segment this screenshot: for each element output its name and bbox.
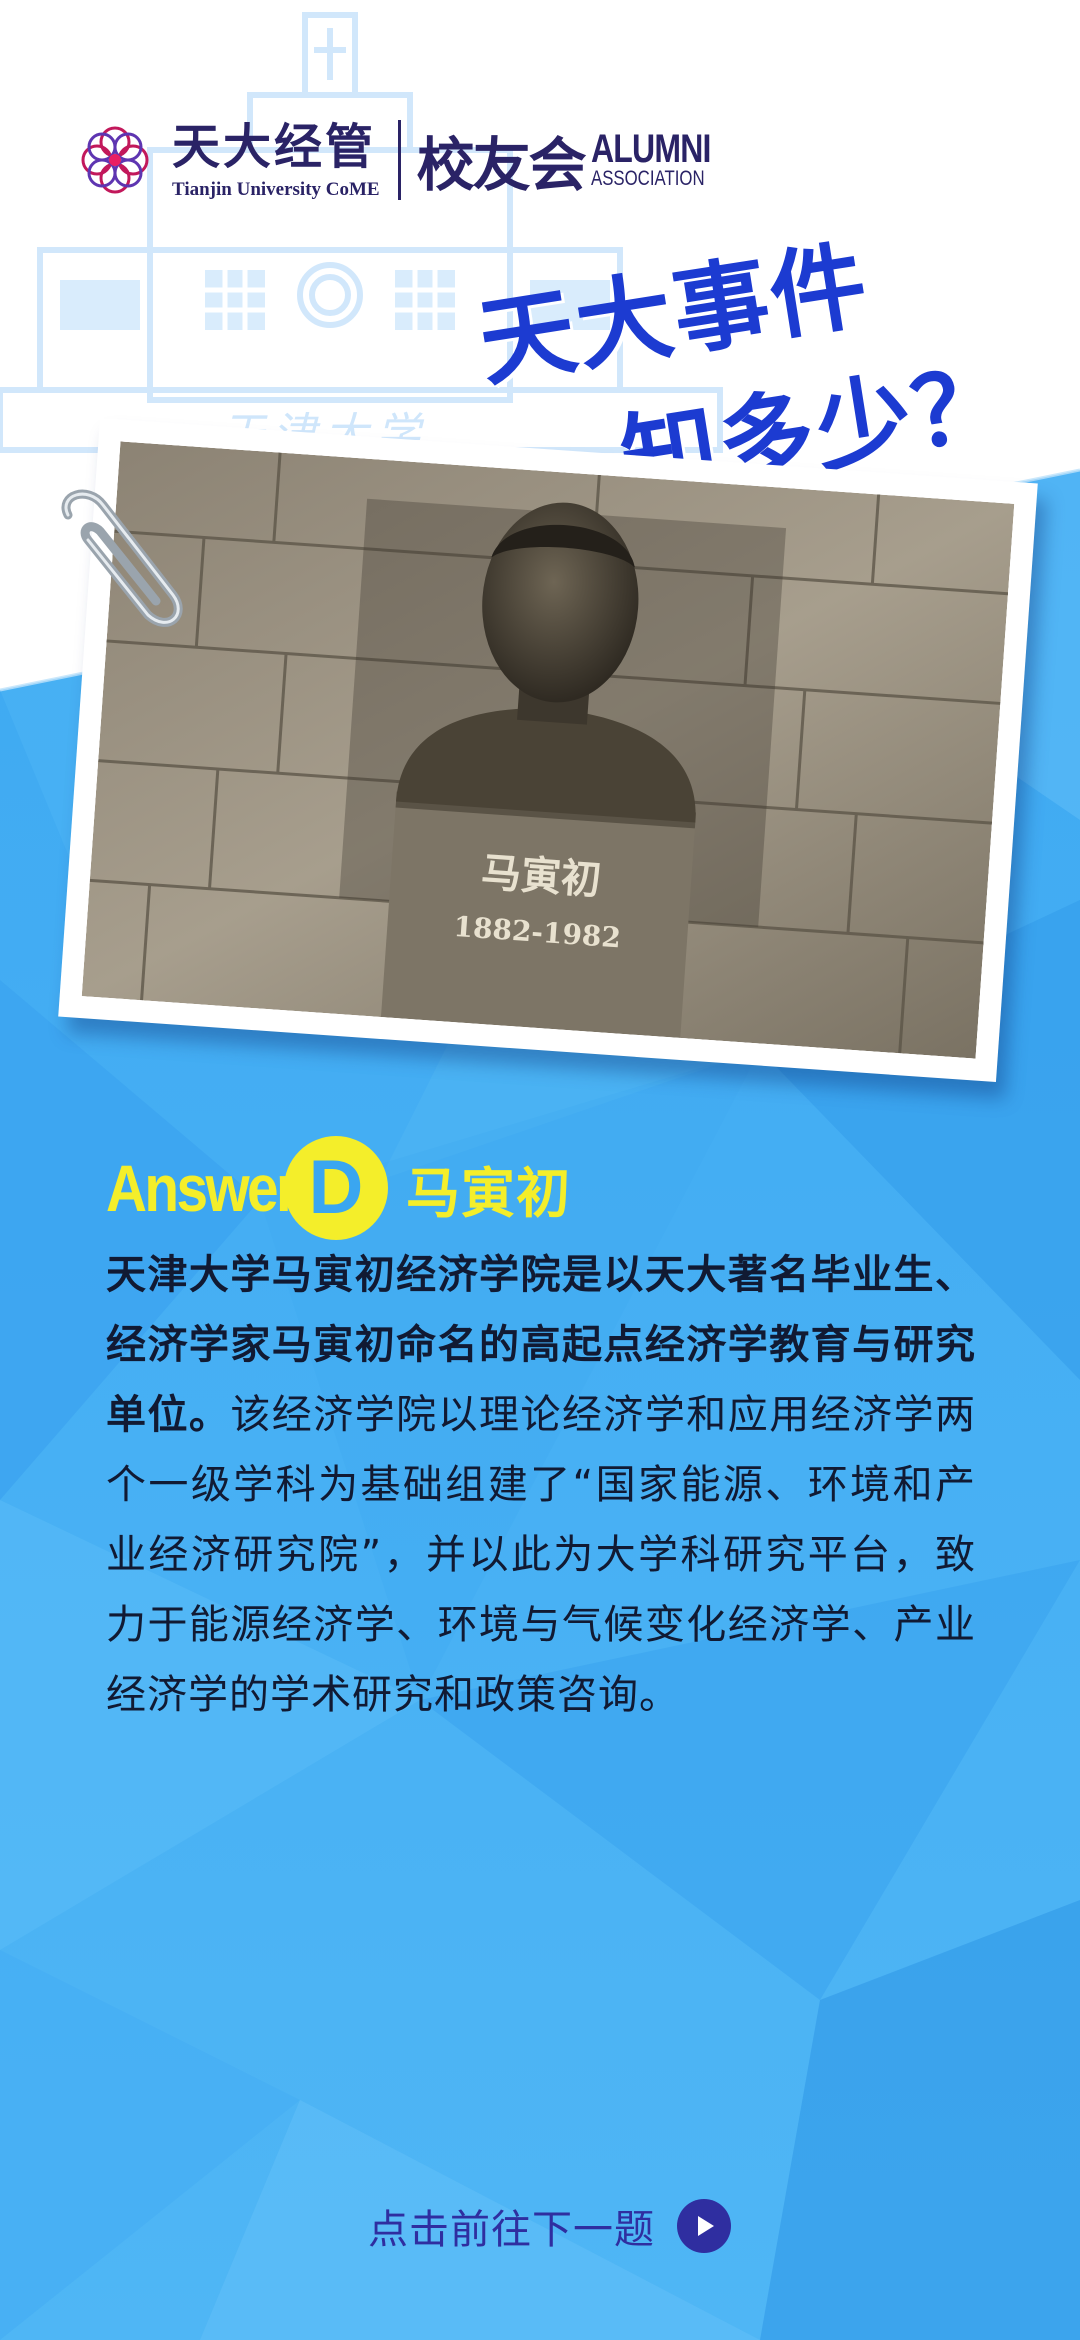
answer-letter: D xyxy=(308,1145,364,1230)
quiz-poster: 天津大学 天大经管 Tianjin University CoME 校友会 AL… xyxy=(0,0,1080,2340)
logo-divider xyxy=(397,120,401,200)
header-logo: 天大经管 Tianjin University CoME 校友会 ALUMNI … xyxy=(72,110,740,210)
alumni-text: ALUMNI xyxy=(590,127,711,171)
bust-photo: 马寅初 1882-1982 xyxy=(81,441,1015,1059)
paperclip-icon xyxy=(61,489,183,627)
alumni-club-text: 校友会 xyxy=(416,131,587,199)
flower-logo-icon xyxy=(81,126,149,194)
bust-photo-illustration: 马寅初 1882-1982 xyxy=(81,441,1015,1059)
explanation-regular: 该经济学院以理论经济学和应用经济学两个一级学科为基础组建了“国家能源、环境和产业… xyxy=(106,1392,977,1718)
logo-english-name: Tianjin University CoME xyxy=(172,179,380,200)
association-text: ASSOCIATION xyxy=(590,167,705,190)
answer-letter-badge: D xyxy=(284,1136,388,1240)
answer-explanation: 天津大学马寅初经济学院是以天大著名毕业生、经济学家马寅初命名的高起点经济学教育与… xyxy=(106,1240,976,1730)
next-question-label[interactable]: 点击前往下一题 xyxy=(368,2197,655,2255)
photo-card: 马寅初 1882-1982 xyxy=(58,417,1038,1083)
answer-label: Answer xyxy=(106,1151,298,1225)
answer-row: Answer D 马寅初 xyxy=(106,1136,571,1240)
answer-name: 马寅初 xyxy=(406,1161,571,1225)
logo-chinese-name: 天大经管 xyxy=(172,119,377,175)
play-icon[interactable] xyxy=(677,2199,731,2253)
plaque-name: 马寅初 xyxy=(480,849,603,904)
next-question-button[interactable]: 点击前往下一题 xyxy=(368,2196,731,2256)
